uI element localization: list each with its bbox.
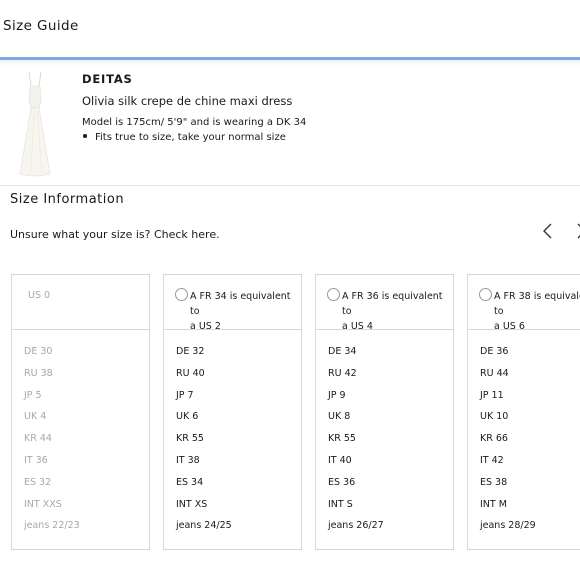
size-conversion: INT XS (176, 498, 208, 510)
size-conversion: JP 5 (24, 389, 42, 401)
size-conversion: IT 42 (480, 454, 504, 466)
fit-note-text: Fits true to size, take your normal size (95, 132, 286, 143)
size-equivalence-label: A FR 38 is equivalent to a US 6 (494, 291, 580, 332)
size-conversion: IT 36 (24, 454, 48, 466)
product-name: Olivia silk crepe de chine maxi dress (82, 94, 293, 108)
page-title: Size Guide (3, 18, 79, 34)
size-conversion: DE 32 (176, 346, 205, 357)
fit-note: Fits true to size, take your normal size (82, 132, 286, 143)
size-conversion: IT 38 (176, 454, 200, 466)
size-conversion: KR 55 (176, 433, 204, 445)
size-conversion: INT S (328, 498, 353, 510)
size-column-header[interactable]: A FR 36 is equivalent to a US 4 (316, 275, 453, 332)
size-list: DE 32 RU 40 JP 7 UK 6 KR 55 IT 38 ES 34 … (176, 341, 232, 537)
size-radio-button[interactable] (175, 288, 188, 301)
size-conversion: INT M (480, 498, 507, 510)
size-column-fr36[interactable]: A FR 36 is equivalent to a US 4 DE 34 RU… (315, 274, 454, 550)
product-summary: DEITAS Olivia silk crepe de chine maxi d… (0, 66, 580, 186)
size-conversion: JP 11 (480, 389, 504, 401)
size-radio-button[interactable] (327, 288, 340, 301)
size-conversion: RU 44 (480, 367, 509, 379)
size-conversion: DE 36 (480, 346, 509, 357)
size-column-us0: US 0 DE 30 RU 38 JP 5 UK 4 KR 44 IT 36 E… (11, 274, 150, 550)
size-conversion: ES 34 (176, 476, 204, 488)
size-column-title: US 0 (28, 290, 51, 301)
bullet-icon (83, 134, 87, 138)
size-guide-header: Size Guide (0, 0, 580, 58)
size-conversion: INT XXS (24, 498, 62, 510)
size-conversion: IT 40 (328, 454, 352, 466)
size-radio-button[interactable] (479, 288, 492, 301)
size-conversion: UK 6 (176, 411, 199, 423)
size-column-header[interactable]: A FR 38 is equivalent to a US 6 (468, 275, 580, 332)
size-conversion: DE 30 (24, 346, 53, 357)
size-conversion: DE 34 (328, 346, 357, 357)
size-conversion: jeans 22/23 (24, 520, 80, 532)
size-conversion: KR 55 (328, 433, 356, 445)
chevron-left-icon[interactable] (540, 222, 558, 240)
product-brand: DEITAS (82, 72, 133, 86)
size-list: DE 36 RU 44 JP 11 UK 10 KR 66 IT 42 ES 3… (480, 341, 536, 537)
size-equivalence-label: A FR 36 is equivalent to a US 4 (342, 291, 443, 332)
size-help-link[interactable]: Unsure what your size is? Check here. (10, 228, 220, 241)
size-column-fr38[interactable]: A FR 38 is equivalent to a US 6 DE 36 RU… (467, 274, 580, 550)
size-conversion: ES 36 (328, 476, 356, 488)
size-list: DE 30 RU 38 JP 5 UK 4 KR 44 IT 36 ES 32 … (24, 341, 80, 537)
size-list: DE 34 RU 42 JP 9 UK 8 KR 55 IT 40 ES 36 … (328, 341, 384, 537)
size-conversion: ES 38 (480, 476, 508, 488)
size-conversion: UK 10 (480, 411, 509, 423)
size-conversion: RU 42 (328, 367, 357, 379)
size-conversion: JP 9 (328, 389, 346, 401)
size-conversion: jeans 28/29 (480, 520, 536, 532)
product-image (19, 71, 51, 177)
size-conversion: UK 8 (328, 411, 351, 423)
size-conversion: KR 44 (24, 433, 52, 445)
size-conversion: jeans 24/25 (176, 520, 232, 532)
size-conversion: JP 7 (176, 389, 194, 401)
size-column-header[interactable]: A FR 34 is equivalent to a US 2 (164, 275, 301, 332)
size-conversion: KR 66 (480, 433, 508, 445)
size-conversion: ES 32 (24, 476, 52, 488)
model-info: Model is 175cm/ 5'9" and is wearing a DK… (82, 117, 307, 128)
chevron-right-icon[interactable] (574, 222, 580, 240)
size-conversion: jeans 26/27 (328, 520, 384, 532)
size-conversion: RU 38 (24, 367, 53, 379)
size-equivalence-label: A FR 34 is equivalent to a US 2 (190, 291, 291, 332)
size-conversion: RU 40 (176, 367, 205, 379)
size-column-fr34[interactable]: A FR 34 is equivalent to a US 2 DE 32 RU… (163, 274, 302, 550)
section-divider (0, 185, 580, 186)
size-column-header: US 0 (12, 275, 149, 330)
size-conversion: UK 4 (24, 411, 47, 423)
size-information-heading: Size Information (10, 192, 125, 207)
